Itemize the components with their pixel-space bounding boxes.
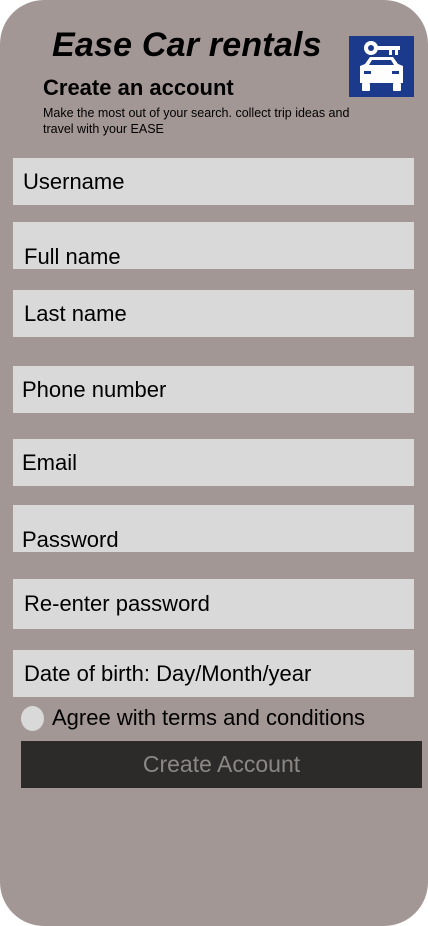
phone-number-field[interactable]: Phone number [13, 366, 414, 413]
page-subtitle: Make the most out of your search. collec… [43, 106, 350, 136]
create-account-button[interactable]: Create Account [21, 741, 422, 788]
agree-terms-label[interactable]: Agree with terms and conditions [52, 705, 365, 731]
agree-terms-radio[interactable] [21, 706, 44, 731]
phone-number-placeholder: Phone number [22, 376, 167, 402]
date-of-birth-placeholder: Date of birth: Day/Month/year [24, 660, 312, 686]
page-heading: Create an account [43, 75, 234, 100]
full-name-placeholder: Full name [24, 244, 121, 269]
password-field[interactable]: Password [13, 505, 414, 552]
full-name-field[interactable]: Full name [13, 222, 414, 269]
date-of-birth-field[interactable]: Date of birth: Day/Month/year [13, 650, 414, 697]
email-placeholder: Email [22, 449, 78, 475]
phone-frame: Ease Car rentals Create an account Make … [0, 0, 428, 926]
last-name-field[interactable]: Last name [13, 290, 414, 337]
email-field[interactable]: Email [13, 439, 414, 486]
car-key-logo-icon [349, 36, 414, 97]
app-title: Ease Car rentals [52, 26, 322, 64]
reenter-password-field[interactable]: Re-enter password [13, 579, 414, 629]
username-placeholder: Username [23, 168, 125, 194]
last-name-placeholder: Last name [24, 300, 127, 326]
username-field[interactable]: Username [13, 158, 414, 205]
password-placeholder: Password [22, 527, 119, 552]
reenter-password-placeholder: Re-enter password [24, 591, 210, 616]
